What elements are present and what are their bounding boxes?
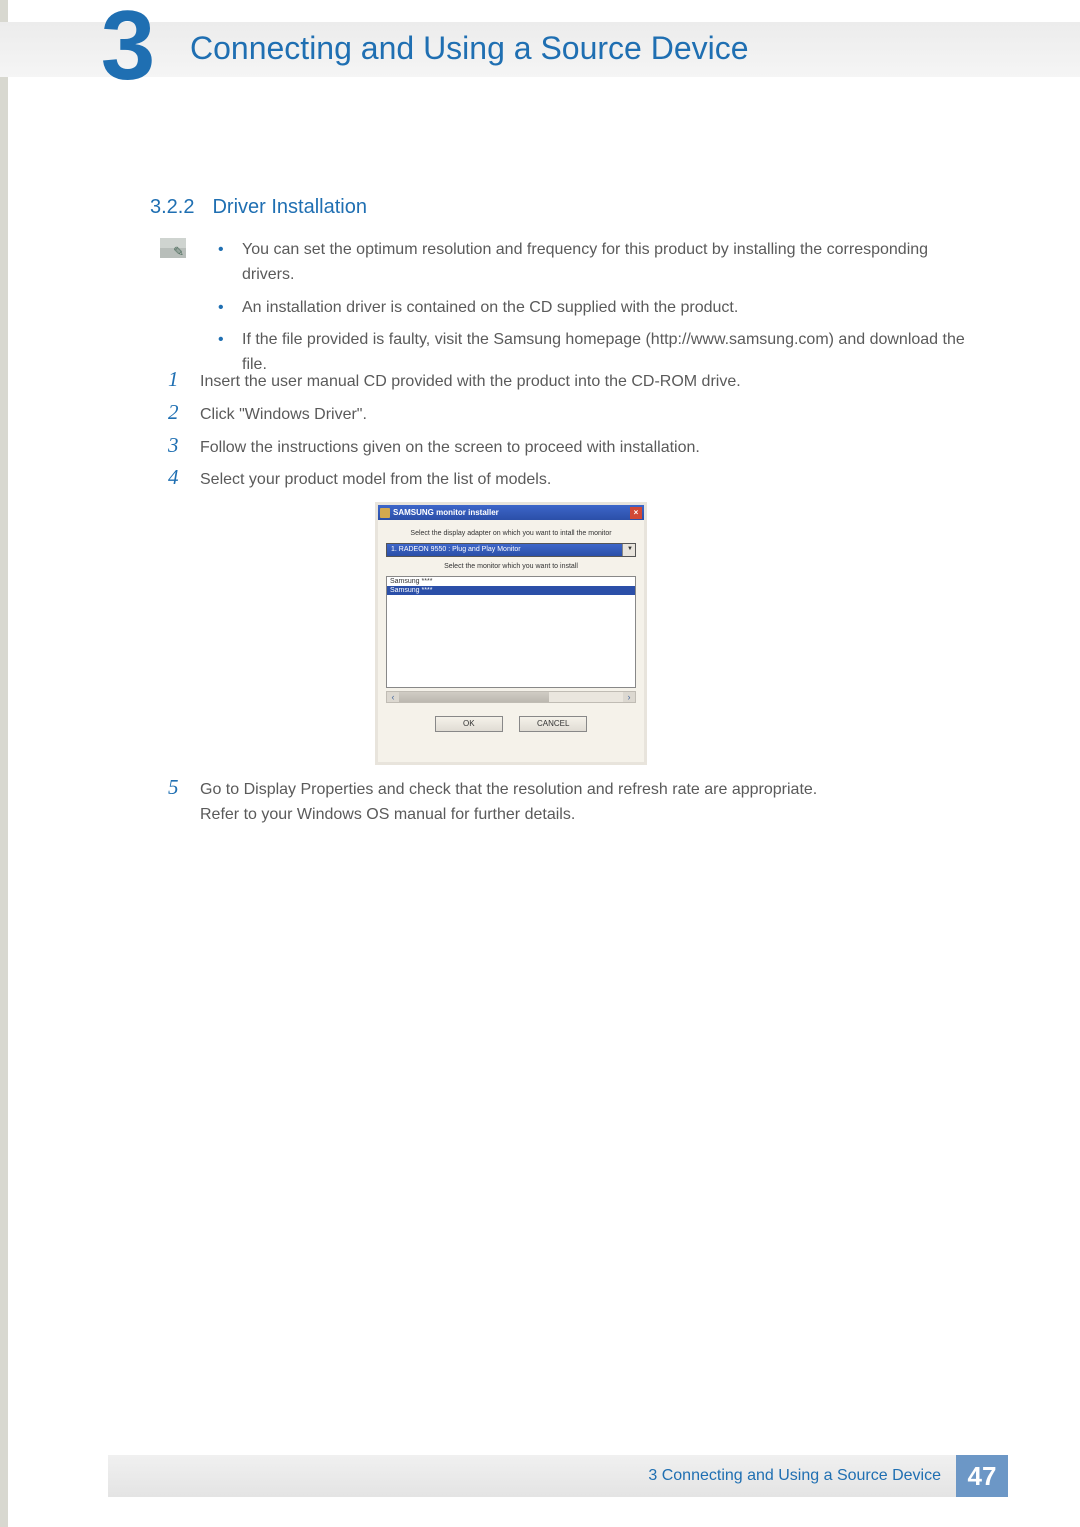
note-bullet-list: You can set the optimum resolution and f…	[218, 238, 978, 386]
step-2-text: Click "Windows Driver".	[200, 401, 367, 428]
section-number: 3.2.2	[150, 196, 194, 218]
section-heading: 3.2.2 Driver Installation	[150, 196, 367, 219]
horizontal-scrollbar	[386, 691, 636, 703]
chapter-title: Connecting and Using a Source Device	[190, 30, 749, 67]
installer-prompt-monitor: Select the monitor which you want to ins…	[386, 563, 636, 570]
footer-chapter-label: 3 Connecting and Using a Source Device	[648, 1467, 941, 1485]
step-4-text: Select your product model from the list …	[200, 466, 551, 493]
step-3-text: Follow the instructions given on the scr…	[200, 434, 700, 461]
step-5-container: 5 Go to Display Properties and check tha…	[168, 776, 978, 834]
installer-window-screenshot: SAMSUNG monitor installer × Select the d…	[375, 502, 647, 765]
note-paper-icon	[160, 238, 186, 258]
step-2-number: 2	[168, 401, 192, 424]
step-5-text: Go to Display Properties and check that …	[200, 776, 817, 828]
step-1-text: Insert the user manual CD provided with …	[200, 368, 741, 395]
chapter-number: 3	[101, 6, 156, 84]
numbered-steps: 1 Insert the user manual CD provided wit…	[168, 368, 978, 499]
note-indicator	[160, 238, 194, 258]
monitor-option-1: Samsung ****	[387, 577, 635, 586]
close-icon: ×	[630, 507, 642, 519]
step-5: 5 Go to Display Properties and check tha…	[168, 776, 978, 828]
note-bullet-2: An installation driver is contained on t…	[218, 296, 978, 321]
adapter-dropdown: 1. RADEON 9550 : Plug and Play Monitor	[386, 543, 636, 557]
step-1: 1 Insert the user manual CD provided wit…	[168, 368, 978, 395]
ok-button: OK	[435, 716, 503, 732]
step-3: 3 Follow the instructions given on the s…	[168, 434, 978, 461]
footer-page-number: 47	[956, 1455, 1008, 1497]
page-footer: 3 Connecting and Using a Source Device 4…	[108, 1455, 1008, 1497]
step-5-number: 5	[168, 776, 192, 799]
step-3-number: 3	[168, 434, 192, 457]
section-title: Driver Installation	[212, 196, 367, 218]
monitor-option-2-selected: Samsung ****	[387, 586, 635, 595]
step-2: 2 Click "Windows Driver".	[168, 401, 978, 428]
step-1-number: 1	[168, 368, 192, 391]
note-bullet-1: You can set the optimum resolution and f…	[218, 238, 978, 288]
scrollbar-thumb	[399, 692, 549, 702]
step-5-line-a: Go to Display Properties and check that …	[200, 781, 817, 798]
installer-prompt-adapter: Select the display adapter on which you …	[386, 530, 636, 537]
step-4-number: 4	[168, 466, 192, 489]
step-4: 4 Select your product model from the lis…	[168, 466, 978, 493]
installer-title-text: SAMSUNG monitor installer	[393, 508, 499, 517]
installer-button-row: OK CANCEL	[386, 713, 636, 732]
monitor-listbox: Samsung **** Samsung ****	[386, 576, 636, 688]
installer-title-bar: SAMSUNG monitor installer ×	[378, 505, 644, 520]
chapter-number-badge: 3	[88, 0, 168, 90]
installer-body: Select the display adapter on which you …	[378, 520, 644, 740]
installer-app-icon	[380, 508, 390, 518]
cancel-button: CANCEL	[519, 716, 587, 732]
step-5-line-b: Refer to your Windows OS manual for furt…	[200, 806, 575, 823]
installer-title: SAMSUNG monitor installer	[380, 508, 499, 518]
page-left-border	[0, 0, 8, 1527]
